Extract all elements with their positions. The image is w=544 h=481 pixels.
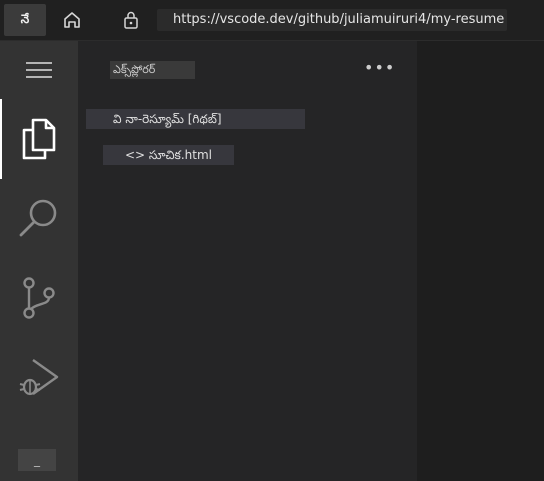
activity-explorer[interactable] [0,109,78,169]
browser-tab-chip[interactable]: నే [4,4,46,36]
hamburger-menu-icon [26,62,52,78]
activity-run-debug[interactable] [0,353,78,403]
home-button[interactable] [58,8,86,32]
files-icon [22,118,56,160]
editor-area[interactable] [417,41,544,481]
more-actions-button[interactable]: ••• [364,60,394,79]
menu-button[interactable] [0,55,78,85]
repository-folder-row[interactable]: వి నా-రెస్యూమ్ [గిథబ్] [86,109,305,129]
site-info-button[interactable] [120,9,142,31]
explorer-sidebar: ఎక్స్‌ప్లోరర్ ••• వి నా-రెస్యూమ్ [గిథబ్]… [78,41,417,481]
run-debug-icon [19,359,59,396]
home-icon [64,12,80,28]
file-row-index-html[interactable]: <> సూచిక.html [103,145,234,165]
sidebar-title: ఎక్స్‌ప్లోరర్ [110,61,195,79]
address-bar[interactable]: https://vscode.dev/github/juliamuiruri4/… [157,9,507,31]
source-control-icon [23,277,55,319]
search-icon [19,199,57,237]
activity-search[interactable] [0,193,78,243]
browser-toolbar: నే https://vscode.dev/github/juliamuirur… [0,0,544,41]
lock-icon [124,11,138,29]
activity-source-control[interactable] [0,273,78,323]
activity-bar: _ [0,41,78,481]
activity-bottom-item[interactable]: _ [18,449,56,471]
